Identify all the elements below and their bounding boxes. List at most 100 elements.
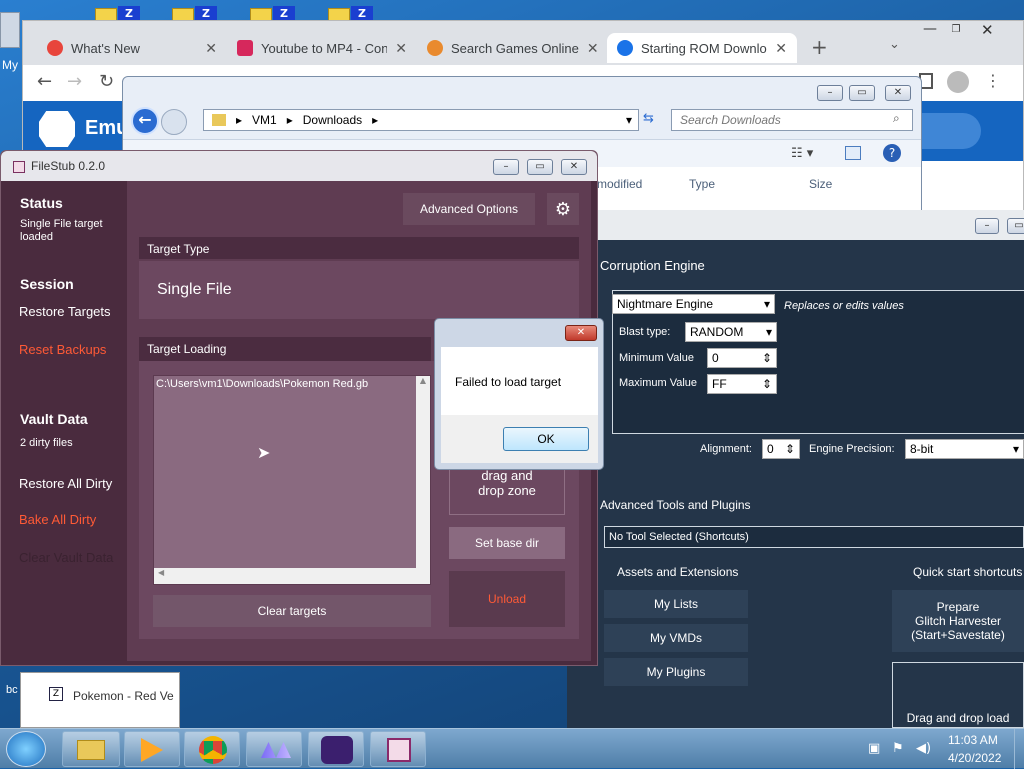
minimum-value-input[interactable]: 0 ⇕ xyxy=(707,348,777,368)
clock-date[interactable]: 4/20/2022 xyxy=(948,751,1001,765)
chevron-down-icon[interactable]: ⌄ xyxy=(889,37,900,52)
close-icon[interactable]: ✕ xyxy=(587,40,599,57)
ok-button[interactable]: OK xyxy=(503,427,589,451)
close-icon[interactable]: ✕ xyxy=(205,40,217,57)
minimize-icon[interactable]: — xyxy=(923,21,937,37)
browser-tab[interactable]: Search Games Online ✕ xyxy=(417,33,607,63)
refresh-icon[interactable]: ⇆ xyxy=(643,111,654,126)
address-bar[interactable]: ▸ VM1 ▸ Downloads ▸ ▾ xyxy=(203,109,639,131)
close-button[interactable]: ✕ xyxy=(561,159,587,175)
maximize-button[interactable]: ▭ xyxy=(849,85,875,101)
back-arrow-icon[interactable]: ← xyxy=(131,107,159,135)
unload-button[interactable]: Unload xyxy=(449,571,565,627)
stepper-icon[interactable]: ⇕ xyxy=(762,377,772,391)
breadcrumb-item[interactable]: VM1 xyxy=(252,113,277,127)
prepare-glitch-harvester-button[interactable]: Prepare Glitch Harvester (Start+Savestat… xyxy=(892,590,1024,652)
gear-icon[interactable]: ⚙ xyxy=(547,193,579,225)
target-type-heading: Target Type xyxy=(139,237,579,259)
bake-all-dirty-button[interactable]: Bake All Dirty xyxy=(19,512,96,527)
close-icon[interactable]: ✕ xyxy=(395,40,407,57)
menu-dots-icon[interactable]: ⋮ xyxy=(985,71,1001,90)
chrome-taskbar-icon[interactable] xyxy=(184,731,240,767)
maximize-button[interactable]: ▭ xyxy=(527,159,553,175)
back-arrow-icon[interactable]: ← xyxy=(37,71,52,92)
vertical-scrollbar[interactable]: ▲ xyxy=(416,376,430,570)
minimize-button[interactable]: – xyxy=(493,159,519,175)
my-plugins-button[interactable]: My Plugins xyxy=(604,658,748,686)
dialog-message: Failed to load target xyxy=(455,375,562,389)
chevron-down-icon[interactable]: ▾ xyxy=(626,113,632,127)
dialog-body: Failed to load target xyxy=(441,347,598,415)
breadcrumb-item[interactable]: Downloads xyxy=(303,113,362,127)
action-center-icon[interactable]: ⚑ xyxy=(892,741,904,756)
horizontal-scrollbar[interactable]: ◀ xyxy=(154,568,430,584)
minimize-button[interactable]: – xyxy=(817,85,843,101)
rtc-taskbar-icon[interactable] xyxy=(308,731,364,767)
folder-icon xyxy=(77,740,105,760)
stepper-icon[interactable]: ⇕ xyxy=(785,442,795,456)
app-taskbar-icon[interactable] xyxy=(246,731,302,767)
engine-precision-select[interactable]: 8-bit ▾ xyxy=(905,439,1024,459)
new-tab-button[interactable]: + xyxy=(811,35,828,59)
target-path[interactable]: C:\Users\vm1\Downloads\Pokemon Red.gb xyxy=(156,378,368,390)
thumbnail-window[interactable]: Z Pokemon - Red Ve xyxy=(20,672,180,728)
filestub-titlebar: FileStub 0.2.0 – ▭ ✕ xyxy=(1,151,597,181)
restore-all-dirty-button[interactable]: Restore All Dirty xyxy=(19,476,112,491)
alignment-input[interactable]: 0 ⇕ xyxy=(762,439,800,459)
clear-vault-button[interactable]: Clear Vault Data xyxy=(19,550,113,565)
browser-tab-active[interactable]: Starting ROM Downloa ✕ xyxy=(607,33,797,63)
minimize-button[interactable]: – xyxy=(975,218,999,234)
filestub-taskbar-icon[interactable] xyxy=(370,731,426,767)
favicon-icon xyxy=(427,40,443,56)
search-input[interactable]: Search Downloads xyxy=(671,109,913,131)
chevron-down-icon: ▾ xyxy=(763,297,770,311)
profile-avatar[interactable] xyxy=(947,71,969,93)
engine-select[interactable]: Nightmare Engine ▾ xyxy=(612,294,775,314)
forward-arrow-icon[interactable] xyxy=(161,109,187,135)
column-header-modified[interactable]: modified xyxy=(597,177,642,191)
stepper-icon[interactable]: ⇕ xyxy=(762,351,772,365)
preview-pane-icon[interactable] xyxy=(845,146,861,160)
blast-type-select[interactable]: RANDOM ▾ xyxy=(685,322,777,342)
help-icon[interactable]: ? xyxy=(883,144,901,162)
maximize-button[interactable]: ▭ xyxy=(1007,218,1024,234)
my-lists-button[interactable]: My Lists xyxy=(604,590,748,618)
network-icon[interactable]: ▣ xyxy=(868,741,880,756)
column-header-size[interactable]: Size xyxy=(809,177,832,191)
tab-title: Search Games Online xyxy=(451,40,579,56)
desktop-icon-computer[interactable] xyxy=(0,12,20,48)
start-button[interactable] xyxy=(6,731,46,767)
chevron-down-icon: ▾ xyxy=(1012,442,1019,456)
browser-tab[interactable]: What's New ✕ xyxy=(37,33,227,63)
maximize-icon[interactable]: ❐ xyxy=(945,23,967,39)
column-header-type[interactable]: Type xyxy=(689,177,715,191)
drag-drop-load-zone[interactable]: Drag and drop load xyxy=(892,662,1024,728)
set-base-dir-button[interactable]: Set base dir xyxy=(449,527,565,559)
explorer-taskbar-icon[interactable] xyxy=(62,731,120,767)
chevron-right-icon: ▸ xyxy=(236,113,243,127)
forward-arrow-icon[interactable]: → xyxy=(67,71,82,92)
engine-select-value: Nightmare Engine xyxy=(617,297,714,311)
my-vmds-button[interactable]: My VMDs xyxy=(604,624,748,652)
advanced-options-button[interactable]: Advanced Options xyxy=(403,193,535,225)
view-options-icon[interactable]: ☷ ▾ xyxy=(791,146,813,161)
tool-select[interactable]: No Tool Selected (Shortcuts) xyxy=(604,526,1024,548)
dialog-footer: OK xyxy=(441,415,598,463)
restore-targets-button[interactable]: Restore Targets xyxy=(19,304,111,319)
volume-icon[interactable]: ◀) xyxy=(916,741,931,756)
close-icon[interactable]: ✕ xyxy=(981,21,994,39)
browser-tab[interactable]: Youtube to MP4 - Conv ✕ xyxy=(227,33,417,63)
close-icon[interactable]: ✕ xyxy=(775,40,787,57)
clock-time[interactable]: 11:03 AM xyxy=(948,733,998,747)
maximum-value-input[interactable]: FF ⇕ xyxy=(707,374,777,394)
close-button[interactable]: ✕ xyxy=(565,325,597,341)
target-list[interactable]: C:\Users\vm1\Downloads\Pokemon Red.gb ▲ … xyxy=(153,375,431,585)
reload-icon[interactable]: ↻ xyxy=(99,71,114,92)
clear-targets-button[interactable]: Clear targets xyxy=(153,595,431,627)
thumbnail-title: Pokemon - Red Ve xyxy=(73,689,174,703)
close-button[interactable]: ✕ xyxy=(885,85,911,101)
reset-backups-button[interactable]: Reset Backups xyxy=(19,342,106,357)
window-title: FileStub 0.2.0 xyxy=(31,159,106,173)
show-desktop-button[interactable] xyxy=(1014,729,1024,769)
media-player-taskbar-icon[interactable] xyxy=(124,731,180,767)
